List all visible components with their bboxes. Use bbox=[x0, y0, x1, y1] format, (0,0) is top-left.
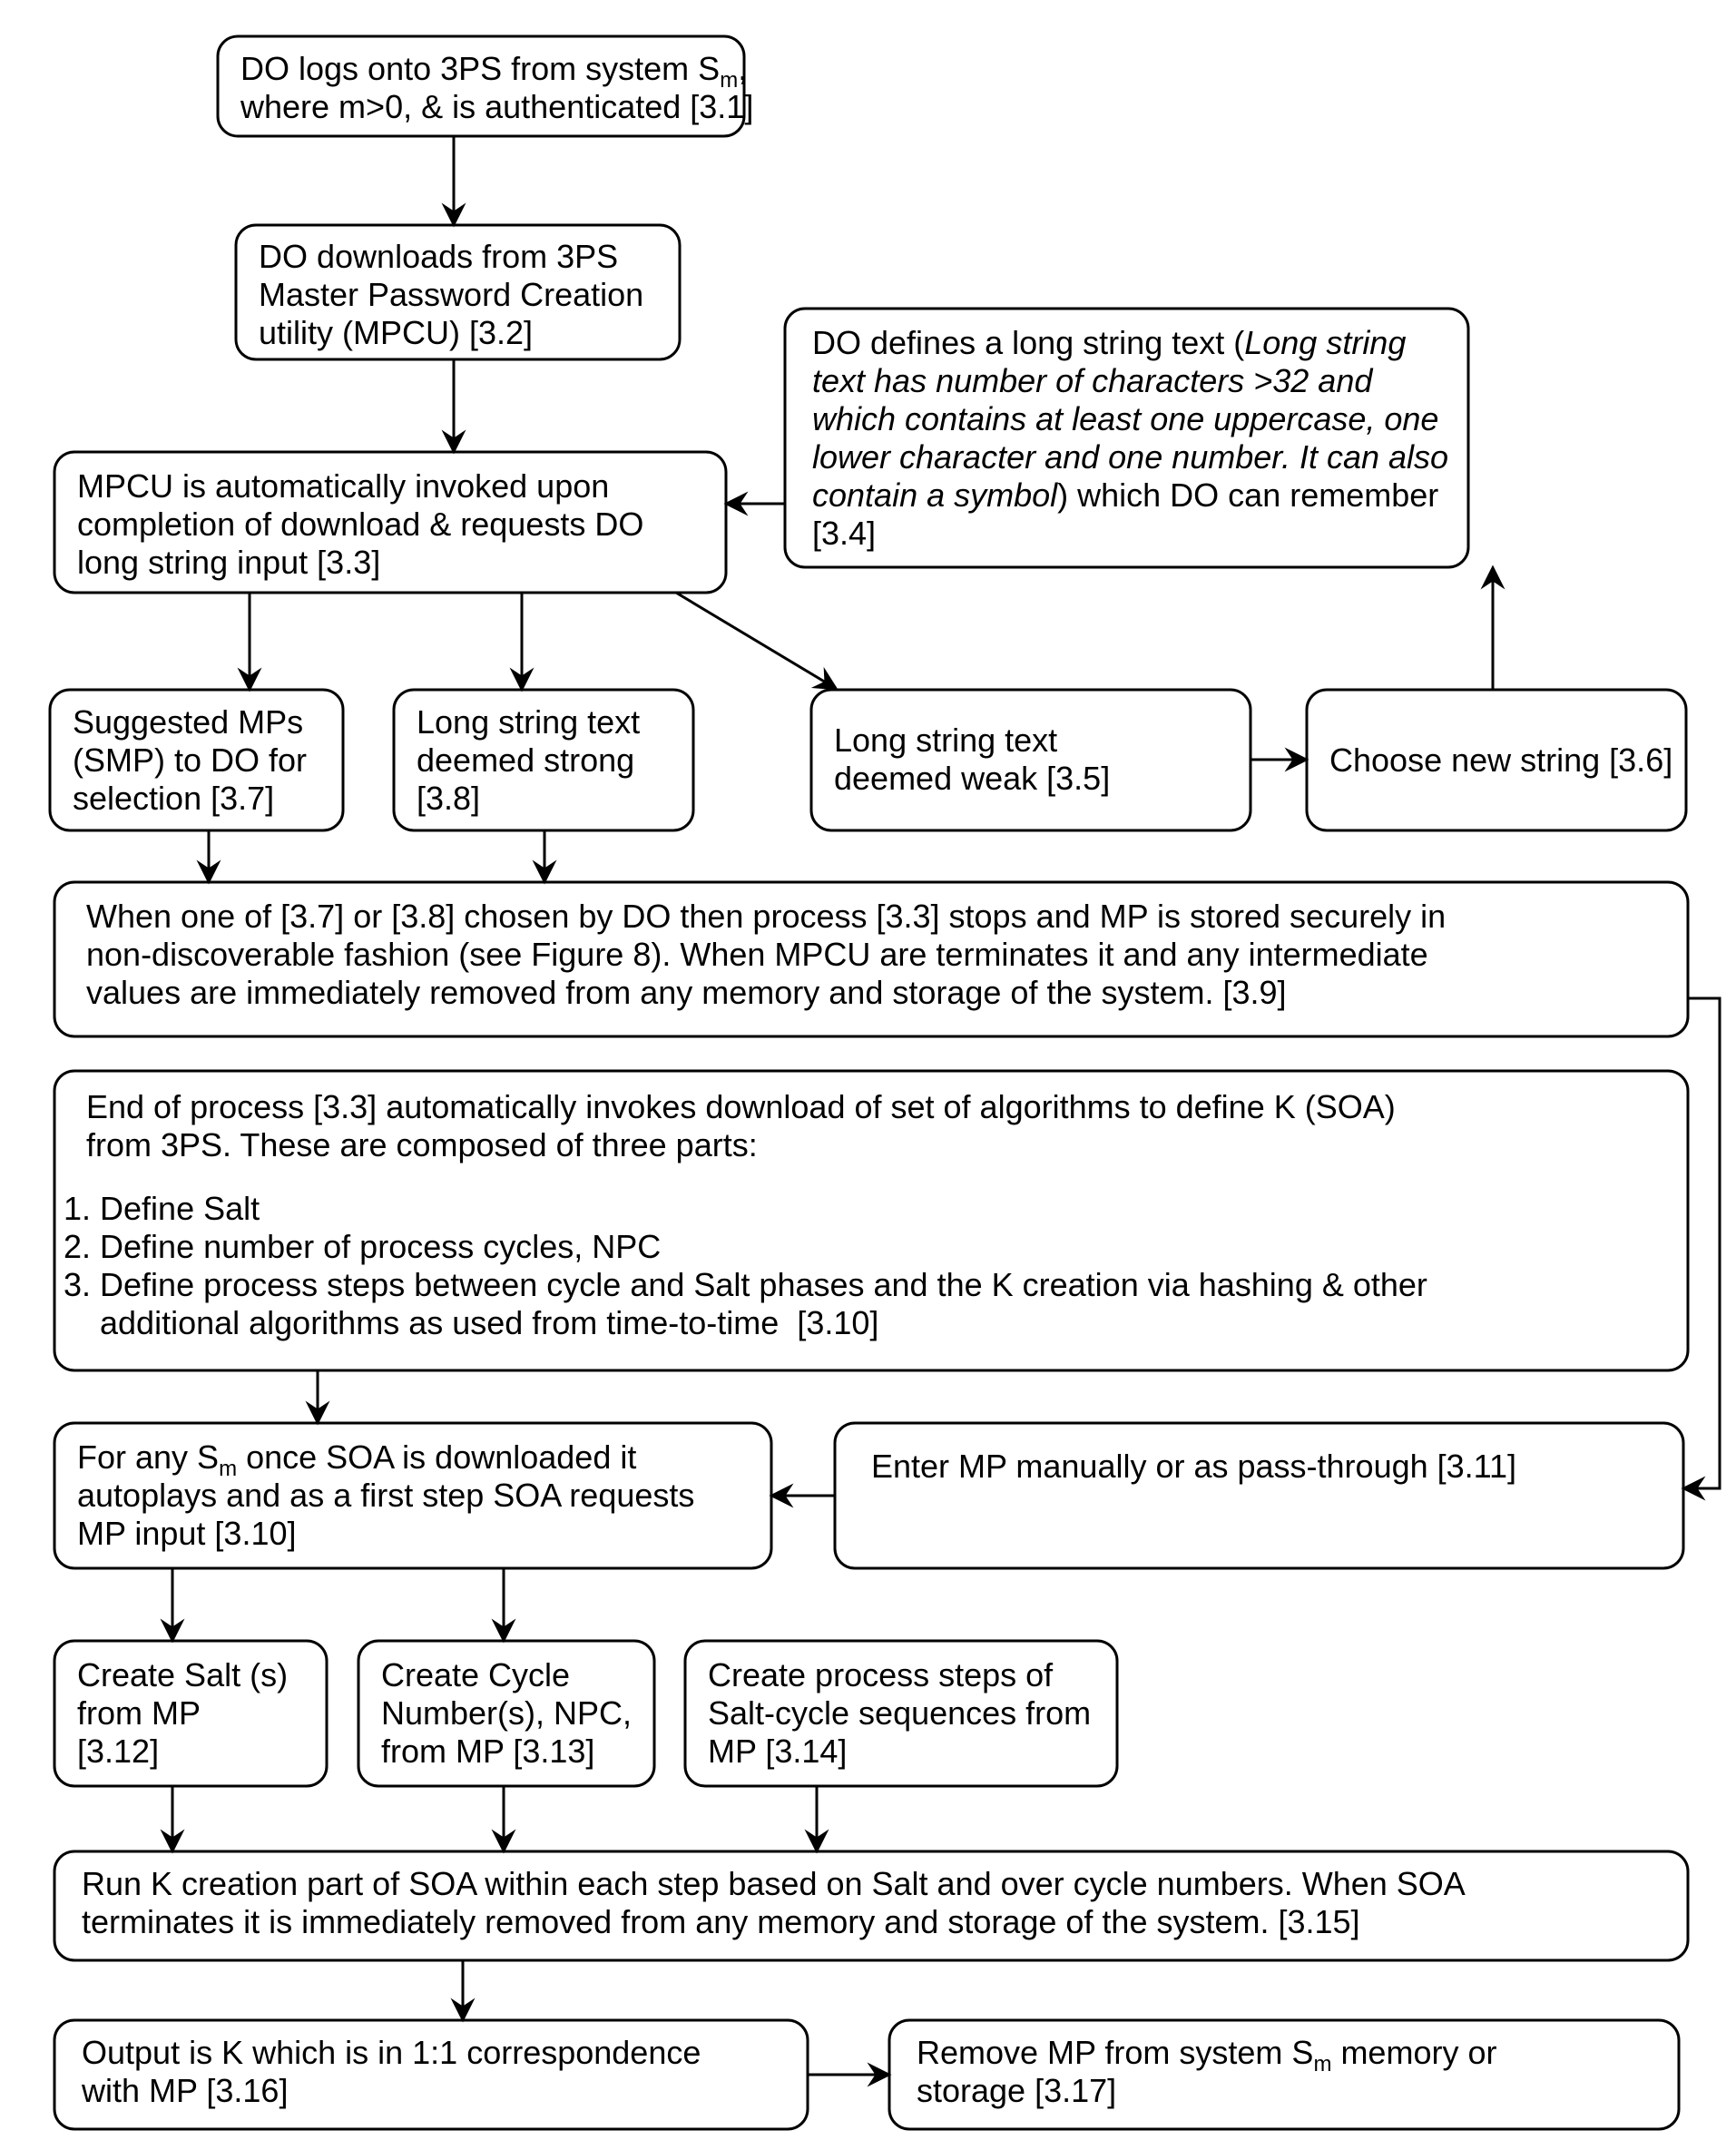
t: deemed strong bbox=[417, 741, 634, 779]
t: selection [3.7] bbox=[73, 780, 274, 817]
node-3-16: Output is K which is in 1:1 corresponden… bbox=[54, 2020, 808, 2129]
node-3-12: Create Salt (s) from MP [3.12] bbox=[54, 1641, 327, 1786]
t: End of process [3.3] automatically invok… bbox=[86, 1088, 1396, 1125]
t: Create Salt (s) bbox=[77, 1656, 288, 1693]
t: long string input [3.3] bbox=[77, 544, 380, 581]
t: Enter MP manually or as pass-through [3.… bbox=[871, 1448, 1516, 1485]
t: Salt-cycle sequences from bbox=[708, 1694, 1091, 1732]
t: , bbox=[738, 50, 747, 87]
t: Long string text bbox=[834, 722, 1057, 759]
node-3-1: DO logs onto 3PS from system Sm, where m… bbox=[218, 36, 753, 136]
t: (SMP) to DO for bbox=[73, 741, 307, 779]
t: once SOA is downloaded it bbox=[237, 1438, 636, 1476]
t: with MP [3.16] bbox=[81, 2072, 288, 2109]
svg-text:DO defines a long string text: DO defines a long string text (Long stri… bbox=[812, 324, 1406, 361]
node-3-2: DO downloads from 3PS Master Password Cr… bbox=[236, 225, 680, 359]
node-3-15: Run K creation part of SOA within each s… bbox=[54, 1851, 1688, 1960]
node-3-13: Create Cycle Number(s), NPC, from MP [3.… bbox=[358, 1641, 654, 1786]
t: non-discoverable fashion (see Figure 8).… bbox=[86, 936, 1428, 973]
t: where m>0, & is authenticated [3.1] bbox=[240, 88, 753, 125]
edge-3-3-3-5 bbox=[676, 593, 835, 688]
t: utility (MPCU) [3.2] bbox=[259, 314, 533, 351]
svg-text:For any Sm once SOA is downloa: For any Sm once SOA is downloaded it bbox=[77, 1438, 636, 1481]
t: from MP bbox=[77, 1694, 201, 1732]
t: Choose new string [3.6] bbox=[1329, 741, 1672, 779]
t: Remove MP from system S bbox=[917, 2034, 1313, 2071]
t: Output is K which is in 1:1 corresponden… bbox=[82, 2034, 701, 2071]
node-3-6: Choose new string [3.6] bbox=[1307, 690, 1686, 830]
t: Run K creation part of SOA within each s… bbox=[82, 1865, 1466, 1902]
t: values are immediately removed from any … bbox=[86, 974, 1287, 1011]
flowchart: DO logs onto 3PS from system Sm, where m… bbox=[0, 0, 1736, 2140]
t: autoplays and as a first step SOA reques… bbox=[77, 1477, 694, 1514]
t: 3. Define process steps between cycle an… bbox=[64, 1266, 1427, 1303]
t: Master Password Creation bbox=[259, 276, 643, 313]
t: from MP [3.13] bbox=[381, 1733, 594, 1770]
t: 1. Define Salt bbox=[64, 1190, 260, 1227]
t: contain a symbol bbox=[812, 476, 1058, 514]
t: lower character and one number. It can a… bbox=[812, 438, 1448, 476]
t: text has number of characters >32 and bbox=[812, 362, 1373, 399]
node-3-3: MPCU is automatically invoked upon compl… bbox=[54, 452, 726, 593]
t: MP input [3.10] bbox=[77, 1515, 297, 1552]
t: Number(s), NPC, bbox=[381, 1694, 632, 1732]
t: Suggested MPs bbox=[73, 703, 303, 741]
node-3-8: Long string text deemed strong [3.8] bbox=[394, 690, 693, 830]
t: DO defines a long string text ( bbox=[812, 324, 1244, 361]
t: from 3PS. These are composed of three pa… bbox=[86, 1126, 758, 1163]
svg-text:contain a symbol) which DO can: contain a symbol) which DO can remember bbox=[812, 476, 1438, 514]
t: deemed weak [3.5] bbox=[834, 760, 1110, 797]
t: MP [3.14] bbox=[708, 1733, 847, 1770]
node-3-7: Suggested MPs (SMP) to DO for selection … bbox=[50, 690, 343, 830]
t: memory or bbox=[1331, 2034, 1496, 2071]
t: Long string text bbox=[417, 703, 640, 741]
t: [3.12] bbox=[77, 1733, 159, 1770]
node-3-5: Long string text deemed weak [3.5] bbox=[811, 690, 1251, 830]
node-3-10-play: For any Sm once SOA is downloaded it aut… bbox=[54, 1423, 771, 1568]
t: Long string bbox=[1244, 324, 1406, 361]
t: storage [3.17] bbox=[917, 2072, 1116, 2109]
svg-text:DO logs onto 3PS from system S: DO logs onto 3PS from system Sm, bbox=[240, 50, 747, 93]
t: 2. Define number of process cycles, NPC bbox=[64, 1228, 661, 1265]
t: Create Cycle bbox=[381, 1656, 570, 1693]
edge-3-9-3-11 bbox=[1685, 998, 1720, 1488]
node-3-4: DO defines a long string text (Long stri… bbox=[785, 309, 1468, 567]
t: ) which DO can remember bbox=[1057, 476, 1438, 514]
t: DO logs onto 3PS from system S bbox=[240, 50, 720, 87]
node-3-14: Create process steps of Salt-cycle seque… bbox=[685, 1641, 1117, 1786]
node-3-10-def: End of process [3.3] automatically invok… bbox=[54, 1071, 1688, 1370]
t: completion of download & requests DO bbox=[77, 506, 643, 543]
node-3-11: Enter MP manually or as pass-through [3.… bbox=[835, 1423, 1683, 1568]
t: m bbox=[1313, 2052, 1331, 2076]
t: additional algorithms as used from time-… bbox=[64, 1304, 878, 1341]
node-3-17: Remove MP from system Sm memory or stora… bbox=[889, 2020, 1679, 2129]
t: When one of [3.7] or [3.8] chosen by DO … bbox=[86, 898, 1446, 935]
t: [3.8] bbox=[417, 780, 480, 817]
t: MPCU is automatically invoked upon bbox=[77, 467, 609, 505]
svg-text:Remove MP from system Sm memor: Remove MP from system Sm memory or bbox=[917, 2034, 1496, 2076]
t: [3.4] bbox=[812, 515, 876, 552]
node-3-9: When one of [3.7] or [3.8] chosen by DO … bbox=[54, 882, 1688, 1036]
t: DO downloads from 3PS bbox=[259, 238, 618, 275]
t: terminates it is immediately removed fro… bbox=[82, 1903, 1360, 1940]
t: Create process steps of bbox=[708, 1656, 1054, 1693]
t: For any S bbox=[77, 1438, 219, 1476]
t: which contains at least one uppercase, o… bbox=[812, 400, 1438, 437]
